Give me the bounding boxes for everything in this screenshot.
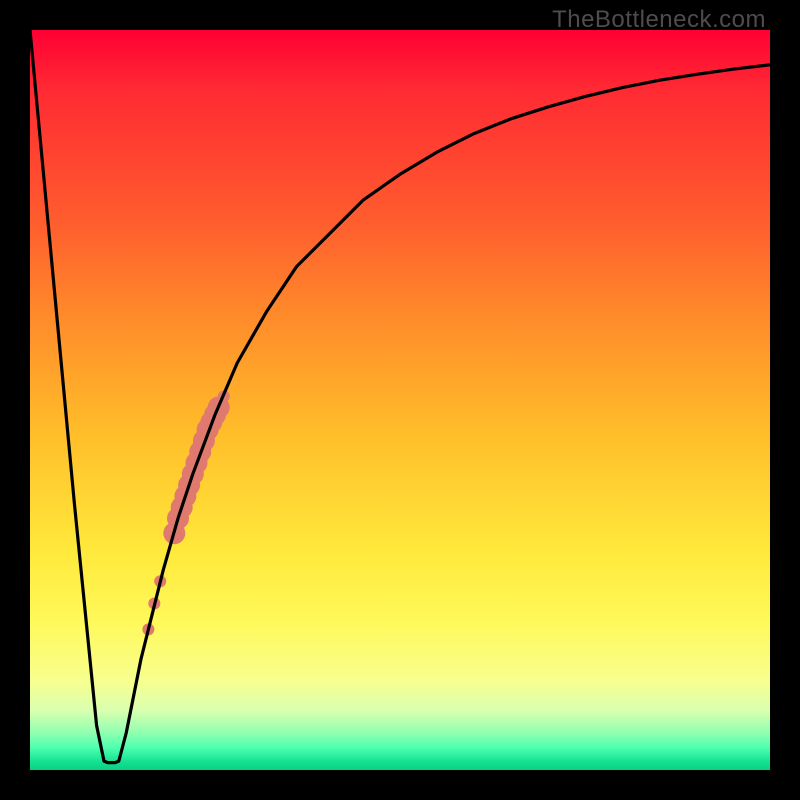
plot-area [30,30,770,770]
watermark-text: TheBottleneck.com [552,6,766,34]
bottleneck-curve [30,30,770,763]
curve-layer [30,30,770,770]
chart-frame: TheBottleneck.com [0,0,800,800]
